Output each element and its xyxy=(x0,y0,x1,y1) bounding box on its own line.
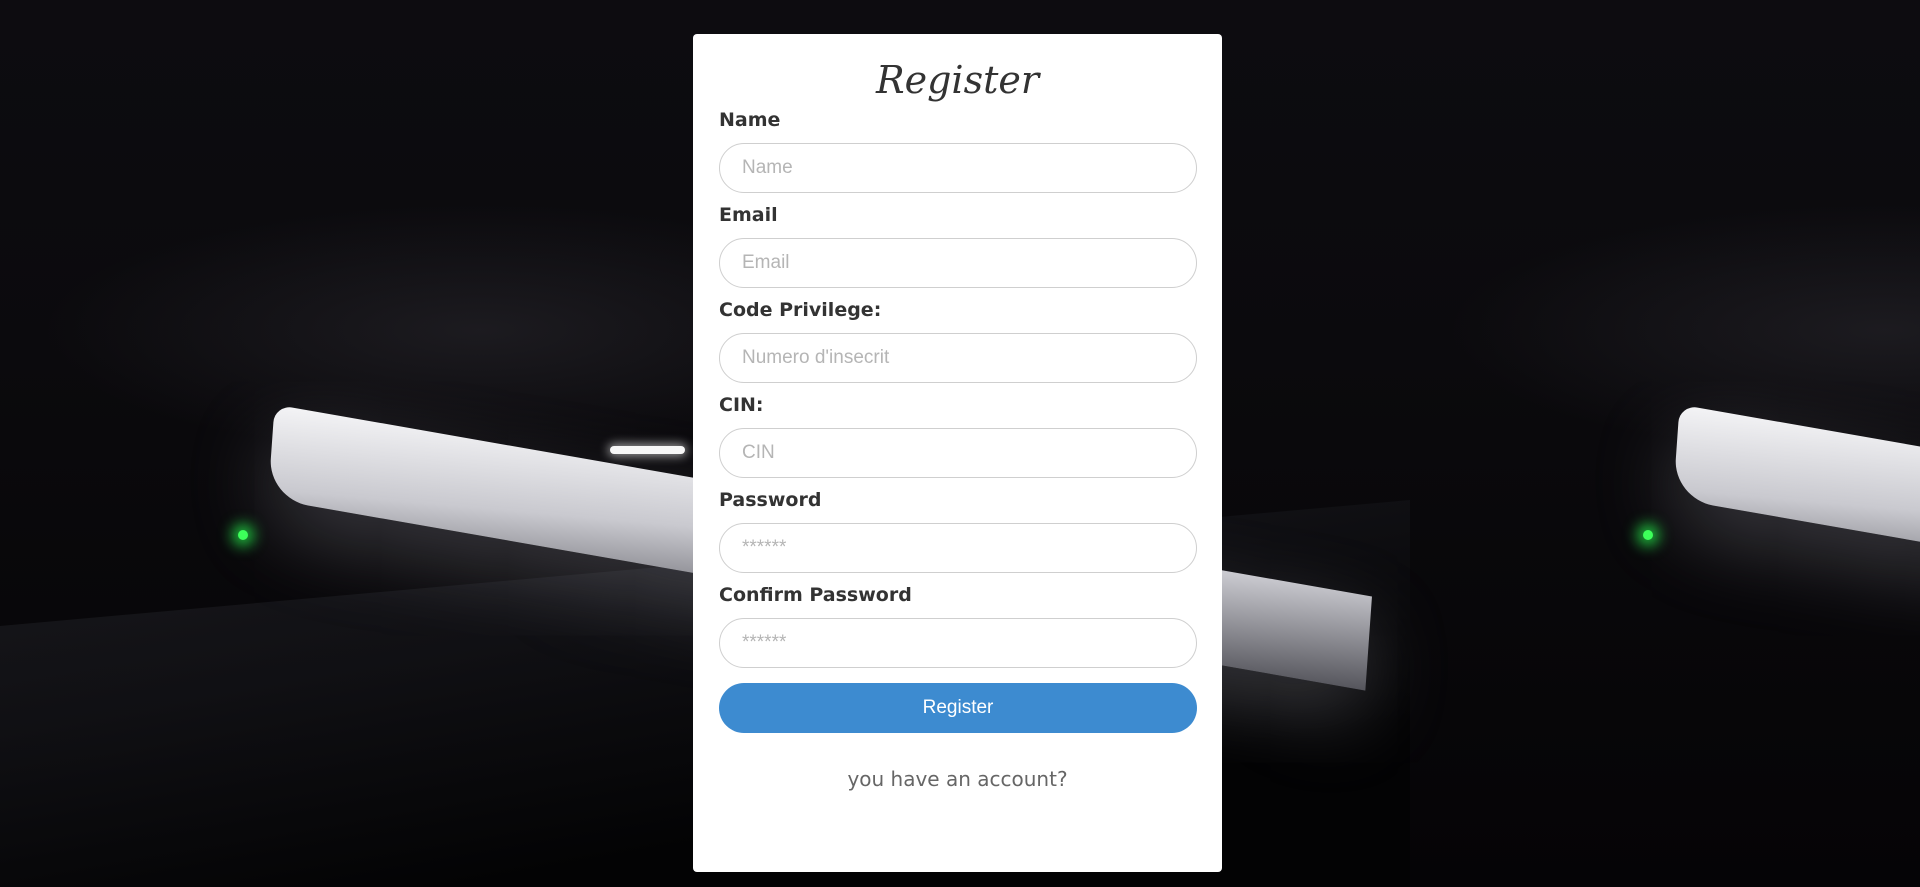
email-label: Email xyxy=(719,204,778,226)
cin-label: CIN: xyxy=(719,394,764,416)
light-reflection xyxy=(610,446,685,454)
register-form: Register Name Email Code Privilege: CIN:… xyxy=(693,34,1222,872)
confirm-password-input[interactable] xyxy=(719,618,1197,668)
green-light xyxy=(238,530,248,540)
password-input[interactable] xyxy=(719,523,1197,573)
code-privilege-label: Code Privilege: xyxy=(719,299,882,321)
name-input[interactable] xyxy=(719,143,1197,193)
name-label: Name xyxy=(719,109,781,131)
password-label: Password xyxy=(719,489,822,511)
confirm-password-label: Confirm Password xyxy=(719,584,912,606)
cin-input[interactable] xyxy=(719,428,1197,478)
green-light xyxy=(1643,530,1653,540)
register-button[interactable]: Register xyxy=(719,683,1197,733)
code-privilege-input[interactable] xyxy=(719,333,1197,383)
email-input[interactable] xyxy=(719,238,1197,288)
login-link[interactable]: you have an account? xyxy=(719,767,1196,791)
form-title: Register xyxy=(875,58,1039,102)
